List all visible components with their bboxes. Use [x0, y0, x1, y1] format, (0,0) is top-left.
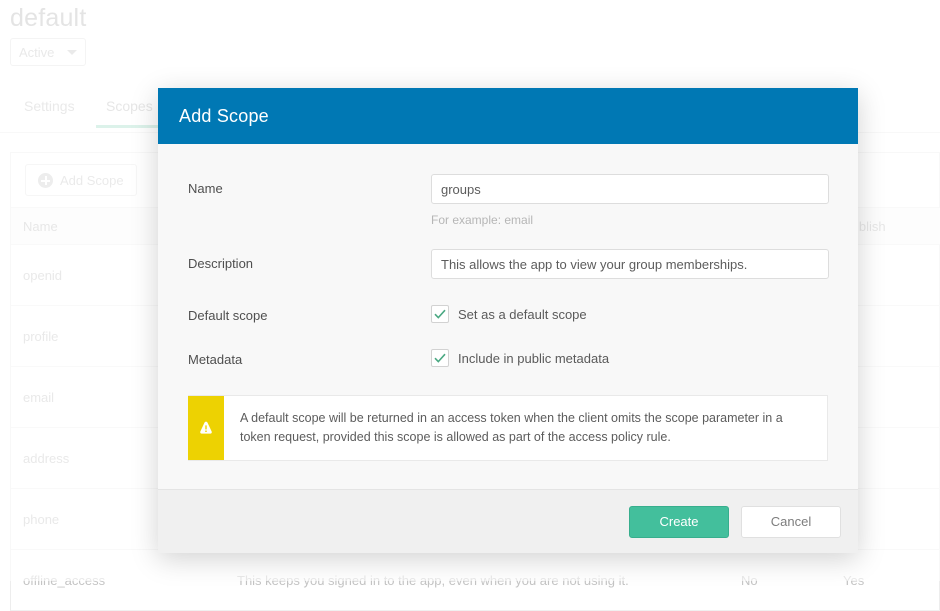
- cancel-button[interactable]: Cancel: [741, 505, 841, 538]
- field-row-default-scope: Default scope Set as a default scope: [188, 301, 828, 323]
- label-name: Name: [188, 181, 223, 196]
- status-dropdown-value: Active: [19, 44, 55, 60]
- cell-default: No: [729, 549, 831, 611]
- tab-scopes[interactable]: Scopes: [96, 98, 167, 128]
- modal-footer: Create Cancel: [158, 489, 858, 553]
- table-row: offline_access This keeps you signed in t…: [11, 549, 940, 611]
- field-row-description: Description This allows the app to view …: [188, 249, 829, 279]
- control-default-scope: Set as a default scope: [431, 301, 828, 323]
- warning-stripe: [188, 396, 224, 460]
- chevron-down-icon: [67, 49, 77, 55]
- control-name: groups For example: email: [431, 174, 829, 227]
- cell-description: This keeps you signed in to the app, eve…: [225, 549, 729, 611]
- modal-header: Add Scope: [158, 88, 858, 144]
- cell-name: offline_access: [11, 549, 225, 611]
- default-scope-checkbox[interactable]: [431, 305, 449, 323]
- label-default-scope: Default scope: [188, 308, 268, 323]
- field-row-metadata: Metadata Include in public metadata: [188, 345, 828, 367]
- metadata-checkbox-row[interactable]: Include in public metadata: [431, 345, 828, 367]
- create-button[interactable]: Create: [629, 505, 729, 538]
- page-title: default: [10, 4, 87, 32]
- modal-body: Name groups For example: email Descripti…: [158, 144, 858, 489]
- check-icon: [434, 353, 446, 363]
- metadata-checkbox-label: Include in public metadata: [458, 350, 610, 366]
- modal-title: Add Scope: [179, 105, 269, 126]
- name-hint: For example: email: [431, 213, 534, 227]
- control-metadata: Include in public metadata: [431, 345, 828, 367]
- default-scope-checkbox-label: Set as a default scope: [458, 306, 587, 322]
- cell-publish: Yes: [831, 549, 937, 611]
- add-scope-button-label: Add Scope: [60, 172, 124, 188]
- metadata-checkbox[interactable]: [431, 349, 449, 367]
- warning-triangle-icon: [200, 421, 212, 434]
- warning-banner: A default scope will be returned in an a…: [188, 395, 828, 461]
- warning-text: A default scope will be returned in an a…: [240, 411, 783, 444]
- add-scope-button[interactable]: Add Scope: [25, 164, 137, 196]
- field-row-name: Name groups For example: email: [188, 174, 829, 227]
- default-scope-checkbox-row[interactable]: Set as a default scope: [431, 301, 828, 323]
- tab-settings[interactable]: Settings: [24, 98, 75, 126]
- status-dropdown[interactable]: Active: [10, 38, 86, 66]
- plus-circle-icon: [38, 172, 53, 188]
- check-icon: [434, 309, 446, 319]
- add-scope-modal: Add Scope Name groups For example: email…: [158, 88, 858, 553]
- label-metadata: Metadata: [188, 352, 243, 367]
- control-description: This allows the app to view your group m…: [431, 249, 829, 279]
- name-input[interactable]: groups: [431, 174, 829, 204]
- description-input[interactable]: This allows the app to view your group m…: [431, 249, 829, 279]
- label-description: Description: [188, 256, 254, 271]
